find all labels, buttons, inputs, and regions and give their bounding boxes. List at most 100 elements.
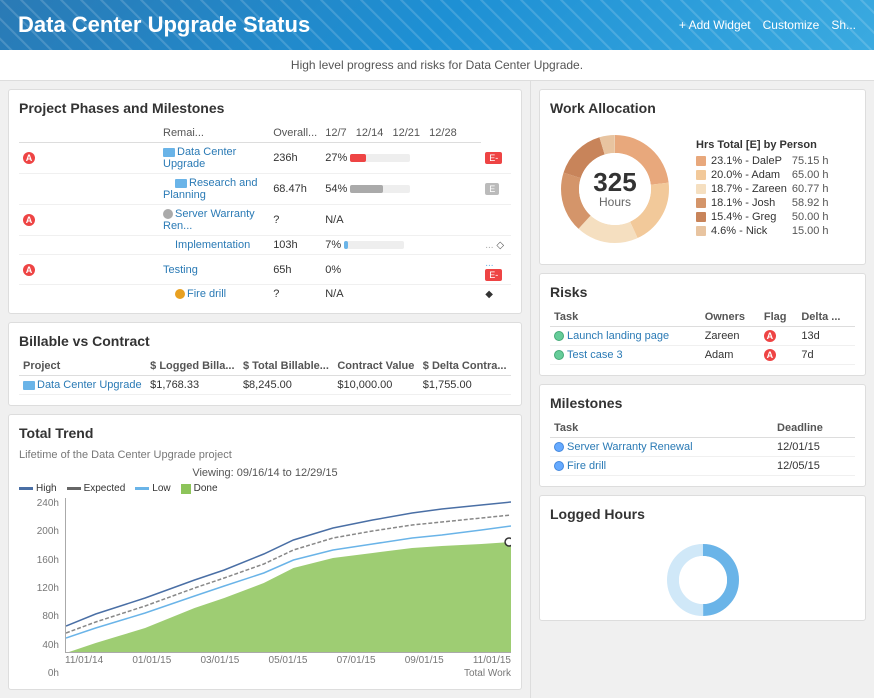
billable-title: Billable vs Contract — [19, 333, 511, 349]
milestones-title: Milestones — [550, 395, 855, 411]
billable-cell: $1,755.00 — [419, 376, 511, 395]
y-label-40: 40h — [27, 640, 59, 651]
x-label-5: 07/01/15 — [337, 655, 376, 666]
alloc-row: 4.6% - Nick15.00 h — [696, 225, 829, 237]
task-name-text[interactable]: Server Warranty Ren... — [163, 208, 255, 232]
alloc-swatch — [696, 226, 706, 236]
header: Data Center Upgrade Status + Add Widget … — [0, 0, 874, 50]
flag-icon: A — [764, 349, 776, 361]
table-row: AServer Warranty Ren...?N/A — [19, 205, 511, 236]
table-row: Research and Planning68.47h54% E — [19, 174, 511, 205]
alloc-value: 58.92 h — [792, 197, 829, 209]
progress-bar-fill — [350, 154, 366, 162]
gantt-dots: ... — [485, 258, 493, 269]
alloc-value: 50.00 h — [792, 211, 829, 223]
trend-viewing: Viewing: 09/16/14 to 12/29/15 — [19, 467, 511, 479]
col-owners: Owners — [701, 308, 760, 327]
legend-high-color — [19, 487, 33, 490]
gantt-diamond: ◆ — [485, 289, 493, 300]
risk-owner-cell: Adam — [701, 346, 760, 365]
remaining-cell: 236h — [269, 143, 321, 174]
task-name-cell[interactable]: Data Center Upgrade — [159, 143, 269, 174]
task-link[interactable]: Launch landing page — [567, 330, 669, 342]
table-row: Fire drill12/05/15 — [550, 457, 855, 476]
legend-done: Done — [181, 483, 218, 494]
risk-owner-cell: Zareen — [701, 327, 760, 346]
table-row: Data Center Upgrade$1,768.33$8,245.00$10… — [19, 376, 511, 395]
progress-bar-bg — [344, 241, 404, 249]
billable-cell: $1,768.33 — [146, 376, 239, 395]
task-icon — [175, 289, 185, 299]
milestone-deadline-cell: 12/01/15 — [773, 438, 855, 457]
logged-hours-panel: Logged Hours — [539, 495, 866, 621]
alloc-row: 20.0% - Adam65.00 h — [696, 169, 829, 181]
flag-cell — [19, 236, 159, 255]
task-link[interactable]: Server Warranty Renewal — [567, 441, 693, 453]
table-row: Implementation103h7% ... ◇ — [19, 236, 511, 255]
col-logged: $ Logged Billa... — [146, 357, 239, 376]
billable-table: Project $ Logged Billa... $ Total Billab… — [19, 357, 511, 395]
customize-button[interactable]: Customize — [763, 18, 820, 32]
task-icon — [163, 209, 173, 219]
x-label-2: 01/01/15 — [132, 655, 171, 666]
trend-x-labels: 11/01/14 01/01/15 03/01/15 05/01/15 07/0… — [65, 655, 511, 666]
col-deadline: Deadline — [773, 419, 855, 438]
trend-title: Total Trend — [19, 425, 511, 441]
billable-cell: Data Center Upgrade — [19, 376, 146, 395]
subtitle: High level progress and risks for Data C… — [0, 50, 874, 81]
col-gantt: 12/7 12/14 12/21 12/28 — [321, 124, 481, 143]
col-project: Project — [19, 357, 146, 376]
milestone-task-cell[interactable]: Server Warranty Renewal — [550, 438, 773, 457]
project-name[interactable]: Data Center Upgrade — [37, 379, 142, 391]
task-link[interactable]: Test case 3 — [567, 349, 623, 361]
risk-delta-cell: 7d — [797, 346, 855, 365]
legend-done-color — [181, 484, 191, 494]
remaining-cell: 65h — [269, 255, 321, 285]
legend-expected-label: Expected — [84, 483, 126, 494]
table-row: Server Warranty Renewal 12/01/15 — [550, 438, 855, 457]
alloc-swatch — [696, 198, 706, 208]
col-task: Task — [550, 419, 773, 438]
progress-bar-fill — [350, 185, 382, 193]
task-name-text[interactable]: Implementation — [175, 239, 250, 251]
x-label-7: 11/01/15 — [473, 655, 511, 666]
y-label-240: 240h — [27, 498, 59, 509]
flag-cell: A — [19, 205, 159, 236]
overall-cell: N/A — [321, 205, 481, 236]
task-name-cell[interactable]: Testing — [159, 255, 269, 285]
alloc-row: 23.1% - DaleP75.15 h — [696, 155, 829, 167]
task-name-text[interactable]: Fire drill — [187, 288, 226, 300]
alloc-swatch — [696, 156, 706, 166]
trend-y-axis: 240h 200h 160h 120h 80h 40h 0h — [27, 498, 62, 679]
donut-chart: 325 Hours — [550, 124, 680, 254]
add-widget-button[interactable]: + Add Widget — [679, 18, 751, 32]
alloc-value: 15.00 h — [792, 225, 829, 237]
legend-expected-color — [67, 487, 81, 490]
gantt-cell — [481, 205, 511, 236]
logged-body — [550, 530, 855, 610]
risk-task-cell[interactable]: Test case 3 — [550, 346, 701, 365]
alloc-label: 18.1% - Josh — [711, 197, 775, 209]
trend-chart-area — [65, 498, 511, 653]
legend-low-label: Low — [152, 483, 170, 494]
task-name-text[interactable]: Testing — [163, 264, 198, 276]
milestone-task-cell[interactable]: Fire drill — [550, 457, 773, 476]
task-link[interactable]: Fire drill — [567, 460, 606, 472]
gantt-cell: ◆ — [481, 285, 511, 304]
task-name-cell[interactable]: Research and Planning — [159, 174, 269, 205]
risk-flag-cell: A — [760, 346, 797, 365]
alloc-swatch — [696, 184, 706, 194]
task-name-cell[interactable]: Fire drill — [159, 285, 269, 304]
task-name-cell[interactable]: Implementation — [159, 236, 269, 255]
gantt-cell: E- — [481, 143, 511, 174]
risks-panel: Risks Task Owners Flag Delta ... Launch … — [539, 273, 866, 376]
folder-icon — [163, 148, 175, 157]
share-button[interactable]: Sh... — [831, 18, 856, 32]
task-name-cell[interactable]: Server Warranty Ren... — [159, 205, 269, 236]
remaining-cell: ? — [269, 205, 321, 236]
col-flag: Flag — [760, 308, 797, 327]
phases-rows: AData Center Upgrade236h27% E-Research a… — [19, 143, 511, 304]
header-actions: + Add Widget Customize Sh... — [679, 18, 856, 32]
risk-task-cell[interactable]: Launch landing page — [550, 327, 701, 346]
table-row: Launch landing pageZareenA13d — [550, 327, 855, 346]
